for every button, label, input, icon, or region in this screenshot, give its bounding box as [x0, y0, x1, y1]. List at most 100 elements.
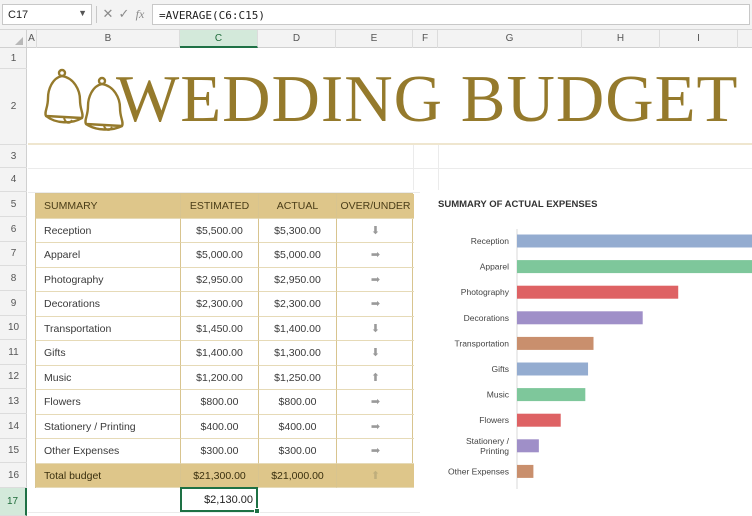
- table-cell-item[interactable]: Gifts: [36, 341, 181, 366]
- table-cell-estimated[interactable]: $1,200.00: [181, 365, 259, 390]
- row-header-7[interactable]: 7: [0, 242, 27, 266]
- column-header-e[interactable]: E: [336, 30, 413, 48]
- row-header-10[interactable]: 10: [0, 316, 27, 340]
- chart-bar-other-expenses[interactable]: [517, 464, 534, 478]
- row-header-5[interactable]: 5: [0, 192, 27, 217]
- trend-flat-arrow-icon[interactable]: ➡: [337, 268, 414, 292]
- column-headers: A B C D E F G H I: [0, 30, 752, 48]
- chart-category-label: Reception: [471, 236, 510, 246]
- chart-bar-apparel[interactable]: [517, 260, 752, 274]
- chart-bar-flowers[interactable]: [517, 413, 561, 427]
- row-header-9[interactable]: 9: [0, 291, 27, 316]
- chart-plot: Reception Apparel Photography Decorations Tr…: [448, 229, 752, 489]
- table-cell-estimated[interactable]: $400.00: [181, 414, 259, 439]
- table-cell-estimated[interactable]: $800.00: [181, 390, 259, 415]
- table-cell-item[interactable]: Photography: [36, 267, 181, 292]
- total-actual[interactable]: $21,000.00: [259, 463, 337, 488]
- table-cell-estimated[interactable]: $2,300.00: [181, 292, 259, 317]
- trend-flat-arrow-icon[interactable]: ➡: [337, 439, 414, 464]
- row-header-11[interactable]: 11: [0, 340, 27, 365]
- table-cell-estimated[interactable]: $2,950.00: [181, 267, 259, 292]
- trend-flat-arrow-icon[interactable]: ➡: [337, 292, 414, 317]
- column-header-f[interactable]: F: [413, 30, 438, 48]
- table-cell-actual[interactable]: $5,300.00: [259, 218, 337, 243]
- chart-bar-transportation[interactable]: [517, 336, 594, 350]
- total-label[interactable]: Total budget: [36, 463, 181, 488]
- column-header-c[interactable]: C: [180, 30, 258, 48]
- table-cell-estimated[interactable]: $300.00: [181, 439, 259, 464]
- table-cell-item[interactable]: Flowers: [36, 390, 181, 415]
- row-header-6[interactable]: 6: [0, 217, 27, 242]
- row-header-8[interactable]: 8: [0, 266, 27, 291]
- column-header-g[interactable]: G: [438, 30, 582, 48]
- table-header-actual[interactable]: ACTUAL: [259, 194, 337, 219]
- table-cell-actual[interactable]: $2,300.00: [259, 292, 337, 317]
- table-cell-actual[interactable]: $1,300.00: [259, 341, 337, 366]
- row-header-14[interactable]: 14: [0, 414, 27, 439]
- select-all-button[interactable]: [0, 30, 27, 48]
- chart-bar-music[interactable]: [517, 388, 586, 402]
- chevron-down-icon[interactable]: ▼: [78, 8, 87, 18]
- table-header-summary[interactable]: SUMMARY: [36, 194, 181, 219]
- row-header-2[interactable]: 2: [0, 69, 27, 145]
- trend-up-arrow-icon[interactable]: ⬆: [337, 366, 414, 390]
- table-cell-actual[interactable]: $5,000.00: [259, 243, 337, 268]
- table-cell-actual[interactable]: $300.00: [259, 439, 337, 464]
- insert-function-icon[interactable]: fx: [133, 7, 147, 21]
- row-header-13[interactable]: 13: [0, 389, 27, 414]
- table-cell-estimated[interactable]: $5,500.00: [181, 218, 259, 243]
- chart-bar-stationery-printing[interactable]: [517, 439, 539, 453]
- row-header-16[interactable]: 16: [0, 463, 27, 488]
- trend-up-arrow-icon[interactable]: ⬆: [337, 463, 414, 488]
- total-estimated[interactable]: $21,300.00: [181, 463, 259, 488]
- table-cell-actual[interactable]: $400.00: [259, 414, 337, 439]
- table-cell-item[interactable]: Other Expenses: [36, 439, 181, 464]
- trend-flat-arrow-icon[interactable]: ➡: [337, 390, 414, 415]
- name-box-value: C17: [8, 9, 29, 21]
- table-cell-estimated[interactable]: $1,400.00: [181, 341, 259, 366]
- formula-input[interactable]: =AVERAGE(C6:C15): [152, 4, 750, 25]
- name-box[interactable]: C17 ▼: [2, 4, 92, 25]
- cancel-icon[interactable]: ✕: [101, 7, 115, 21]
- table-cell-actual[interactable]: $1,250.00: [259, 365, 337, 390]
- table-cell-actual[interactable]: $1,400.00: [259, 316, 337, 341]
- column-header-i[interactable]: I: [660, 30, 738, 48]
- trend-flat-arrow-icon[interactable]: ➡: [337, 415, 414, 439]
- table-cell-item[interactable]: Transportation: [36, 316, 181, 341]
- table-cell-item[interactable]: Music: [36, 365, 181, 390]
- row-header-12[interactable]: 12: [0, 365, 27, 389]
- chart-bar-decorations[interactable]: [517, 311, 643, 325]
- table-cell-actual[interactable]: $800.00: [259, 390, 337, 415]
- chart-bar-gifts[interactable]: [517, 362, 589, 376]
- table-header-over-under[interactable]: OVER/UNDER: [337, 194, 414, 219]
- table-cell-item[interactable]: Reception: [36, 218, 181, 243]
- row-header-1[interactable]: 1: [0, 48, 27, 69]
- chart-bar-reception[interactable]: [517, 234, 752, 248]
- row-header-4[interactable]: 4: [0, 168, 27, 192]
- chart-category-label: Music: [487, 390, 510, 400]
- table-cell-item[interactable]: Decorations: [36, 292, 181, 317]
- fill-handle[interactable]: [254, 508, 260, 514]
- row-header-17[interactable]: 17: [0, 488, 27, 516]
- chart-bar-photography[interactable]: [517, 285, 679, 299]
- table-cell-estimated[interactable]: $1,450.00: [181, 316, 259, 341]
- column-header-h[interactable]: H: [582, 30, 660, 48]
- table-cell-estimated[interactable]: $5,000.00: [181, 243, 259, 268]
- check-icon[interactable]: ✓: [117, 7, 131, 21]
- column-header-b[interactable]: B: [37, 30, 180, 48]
- trend-down-arrow-icon[interactable]: ⬇: [337, 341, 414, 366]
- select-all-triangle-icon: [15, 37, 23, 45]
- actual-expenses-chart[interactable]: SUMMARY OF ACTUAL EXPENSES Reception Appa…: [420, 190, 752, 490]
- row-header-3[interactable]: 3: [0, 145, 27, 168]
- trend-down-arrow-icon[interactable]: ⬇: [337, 317, 414, 341]
- table-header-estimated[interactable]: ESTIMATED: [181, 194, 259, 219]
- row-header-15[interactable]: 15: [0, 439, 27, 463]
- table-cell-item[interactable]: Stationery / Printing: [36, 414, 181, 439]
- table-cell-item[interactable]: Apparel: [36, 243, 181, 268]
- column-header-d[interactable]: D: [258, 30, 336, 48]
- cell-c17-average[interactable]: $2,130.00: [180, 487, 260, 514]
- column-header-a[interactable]: A: [27, 30, 37, 48]
- table-cell-actual[interactable]: $2,950.00: [259, 267, 337, 292]
- trend-flat-arrow-icon[interactable]: ➡: [337, 243, 414, 268]
- trend-down-arrow-icon[interactable]: ⬇: [337, 219, 414, 243]
